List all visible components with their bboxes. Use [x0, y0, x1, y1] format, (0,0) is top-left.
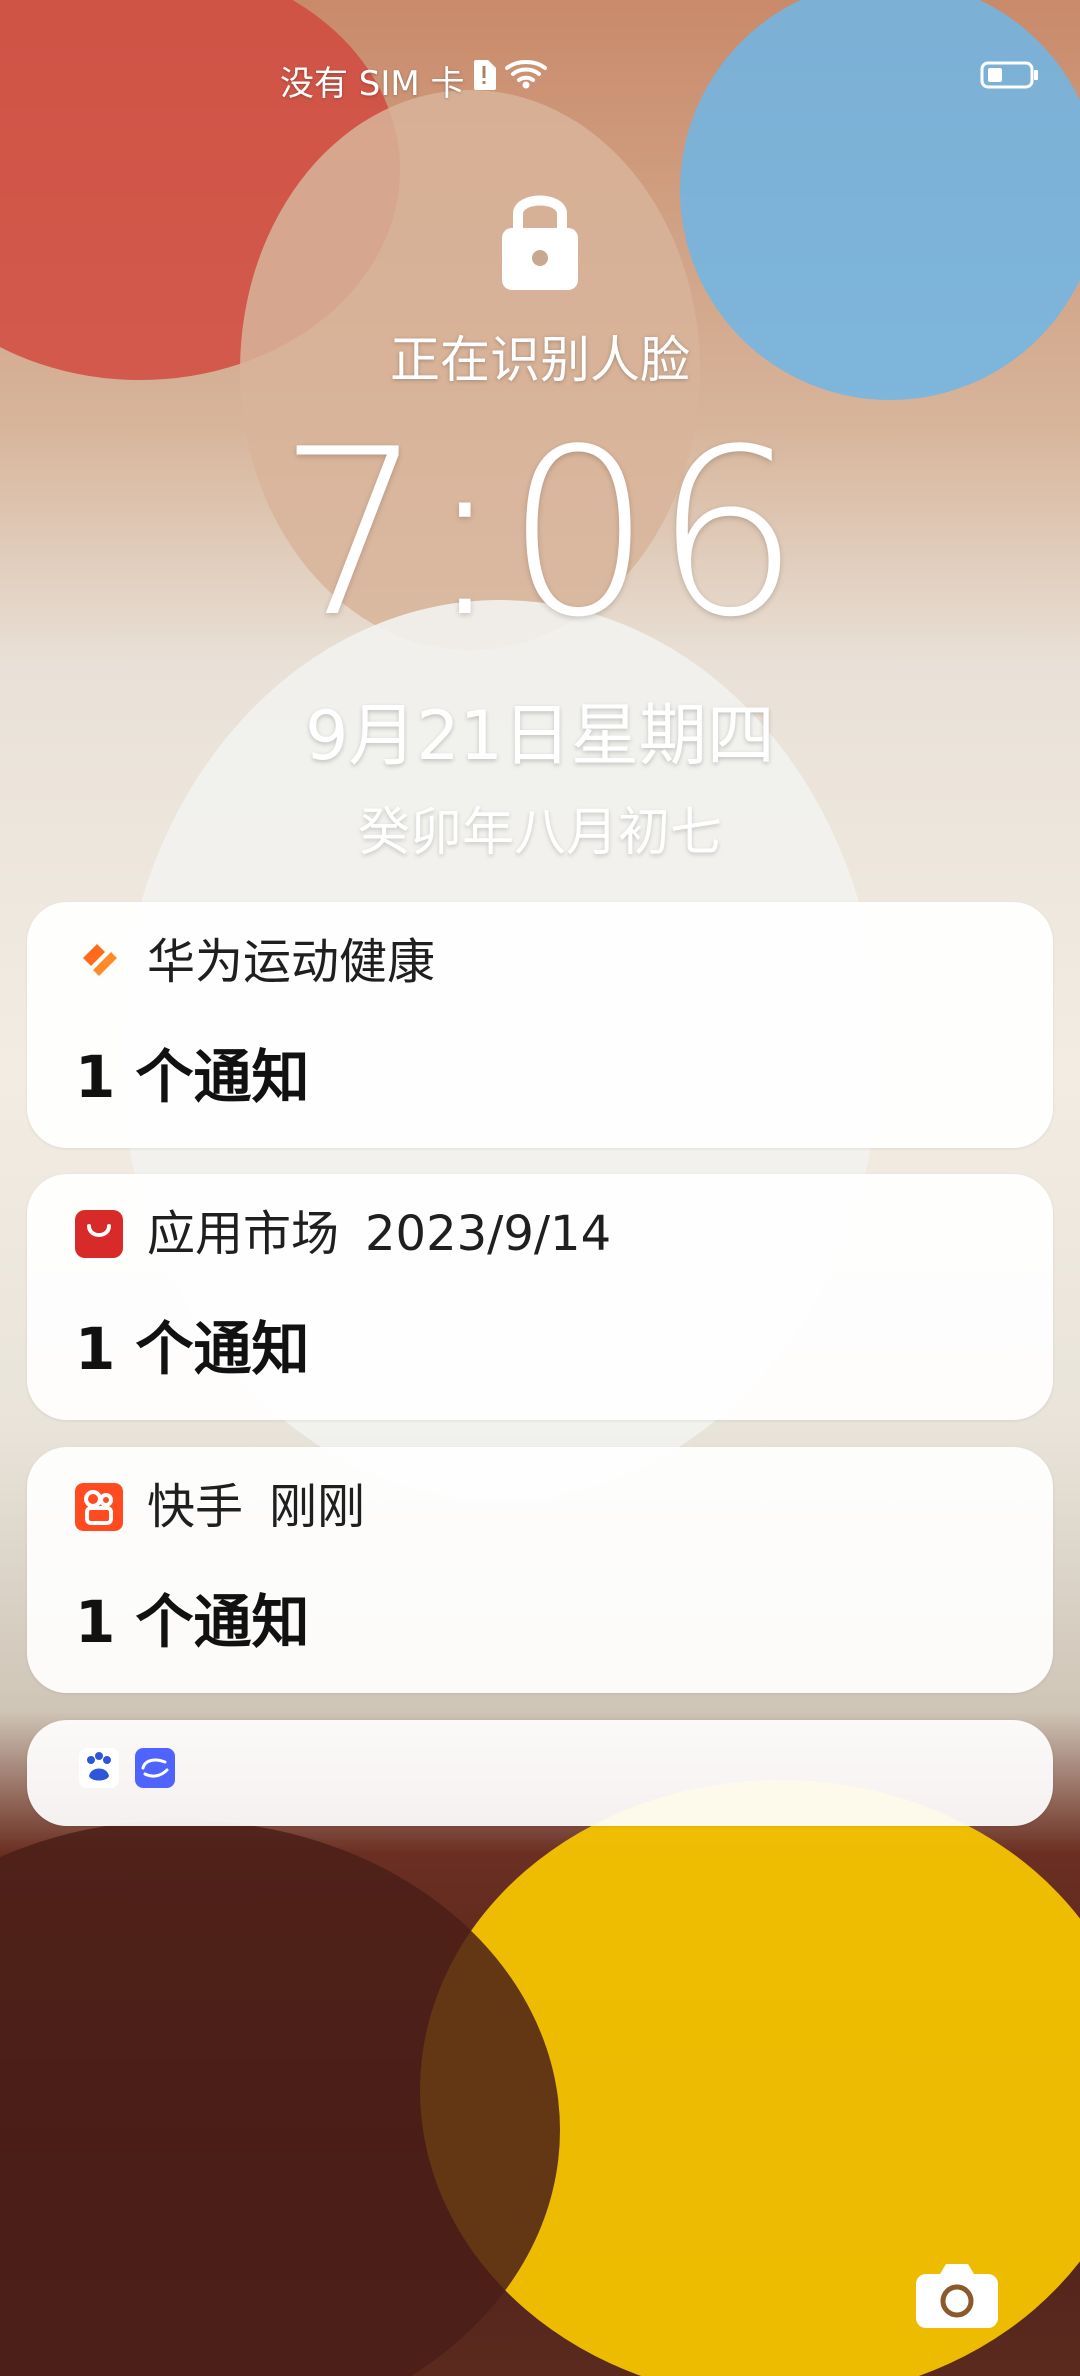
notification-message: 1 个通知 [75, 1315, 310, 1383]
sim-alert-icon [474, 60, 496, 90]
collapsed-notifications[interactable] [27, 1720, 1053, 1826]
notification-message: 1 个通知 [75, 1043, 310, 1111]
notification-message: 1 个通知 [75, 1588, 310, 1656]
camera-icon[interactable] [914, 2260, 1000, 2330]
notification-header: 快手 刚刚 [75, 1479, 365, 1535]
notification-card-huawei-health[interactable]: 华为运动健康 1 个通知 [27, 902, 1053, 1148]
notification-header: 华为运动健康 [75, 934, 435, 990]
wifi-icon [505, 60, 547, 89]
notification-card-kuaishou[interactable]: 快手 刚刚 1 个通知 [27, 1447, 1053, 1693]
status-bar: 没有 SIM 卡 [0, 0, 1080, 150]
huawei-health-icon [83, 944, 117, 976]
wechat-like-icon [135, 1748, 175, 1788]
notification-time: 2023/9/14 [365, 1206, 612, 1262]
face-recognition-text: 正在识别人脸 [390, 331, 690, 389]
notification-app-name: 应用市场 [147, 1206, 340, 1262]
app-market-icon [75, 1210, 123, 1258]
wallpaper-shape-floor [0, 1820, 560, 2376]
notification-time: 刚刚 [269, 1479, 366, 1535]
sim-status-text: 没有 SIM 卡 [280, 64, 465, 104]
notification-app-name: 快手 [147, 1479, 244, 1535]
lock-screen-date: 9月21日星期四 [305, 697, 775, 776]
battery-icon [980, 61, 1038, 89]
lock-screen-time: 7:06 [277, 401, 803, 668]
notification-header: 应用市场 2023/9/14 [75, 1206, 611, 1262]
kuaishou-icon [75, 1483, 123, 1531]
collapsed-notification-icons [79, 1748, 175, 1788]
lunar-date: 癸卯年八月初七 [357, 803, 722, 863]
notification-card-app-market[interactable]: 应用市场 2023/9/14 1 个通知 [27, 1174, 1053, 1420]
notification-app-name: 华为运动健康 [147, 934, 436, 990]
lock-icon [502, 195, 578, 290]
baidu-icon [79, 1748, 119, 1788]
